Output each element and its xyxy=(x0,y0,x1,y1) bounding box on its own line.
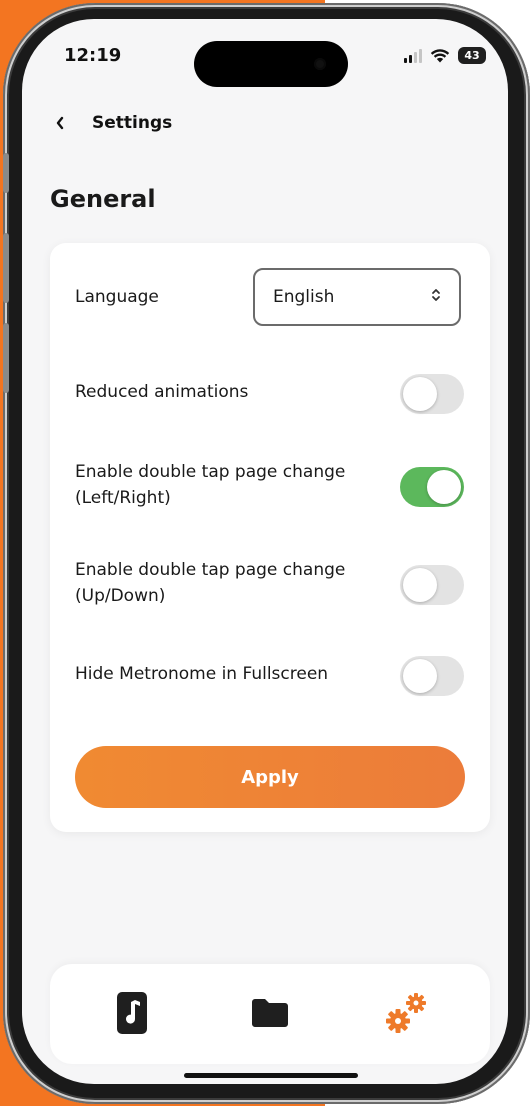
double-tap-ud-label-line1: Enable double tap page change xyxy=(75,560,346,580)
double-tap-lr-label-line1: Enable double tap page change xyxy=(75,462,346,482)
double-tap-lr-label: Enable double tap page change (Left/Righ… xyxy=(75,459,345,511)
toggle-knob xyxy=(403,659,437,693)
language-select-value: English xyxy=(273,287,335,307)
hide-metronome-toggle[interactable] xyxy=(400,656,464,696)
camera-icon xyxy=(314,58,326,70)
tab-music[interactable] xyxy=(107,988,157,1038)
tab-folders[interactable] xyxy=(245,988,295,1038)
double-tap-ud-label-line2: (Up/Down) xyxy=(75,586,166,606)
bottom-tab-bar xyxy=(50,964,490,1064)
general-settings-card: Language English Reduced animations Enab… xyxy=(50,243,490,832)
chevron-left-icon xyxy=(56,116,64,130)
home-indicator xyxy=(184,1073,358,1078)
toggle-knob xyxy=(403,377,437,411)
double-tap-lr-toggle[interactable] xyxy=(400,467,464,507)
wifi-icon xyxy=(430,49,450,63)
section-title: General xyxy=(50,185,156,213)
music-note-icon xyxy=(117,992,147,1034)
tab-settings[interactable] xyxy=(382,988,432,1038)
language-select[interactable]: English xyxy=(253,268,461,326)
cellular-signal-icon xyxy=(404,48,422,63)
language-label: Language xyxy=(75,287,159,307)
folder-icon xyxy=(252,999,288,1027)
page-title: Settings xyxy=(92,113,173,133)
phone-screen: 12:19 43 Settings General Language Engli… xyxy=(22,19,508,1084)
double-tap-lr-label-line2: (Left/Right) xyxy=(75,488,171,508)
reduced-animations-toggle[interactable] xyxy=(400,374,464,414)
hide-metronome-label: Hide Metronome in Fullscreen xyxy=(75,664,329,684)
toggle-knob xyxy=(403,568,437,602)
back-button[interactable] xyxy=(50,111,70,135)
side-button-volume-down xyxy=(3,323,9,393)
toggle-knob xyxy=(427,470,461,504)
apply-button[interactable]: Apply xyxy=(75,746,465,808)
double-tap-ud-toggle[interactable] xyxy=(400,565,464,605)
reduced-animations-label: Reduced animations xyxy=(75,382,249,402)
settings-gears-icon xyxy=(386,993,426,1033)
status-time: 12:19 xyxy=(64,45,122,66)
double-tap-ud-label: Enable double tap page change (Up/Down) xyxy=(75,557,345,609)
dynamic-island xyxy=(194,41,348,87)
chevron-updown-icon xyxy=(431,288,441,306)
status-icons: 43 xyxy=(404,47,486,64)
side-button-silent xyxy=(3,153,9,193)
battery-indicator: 43 xyxy=(458,47,486,64)
side-button-volume-up xyxy=(3,233,9,303)
